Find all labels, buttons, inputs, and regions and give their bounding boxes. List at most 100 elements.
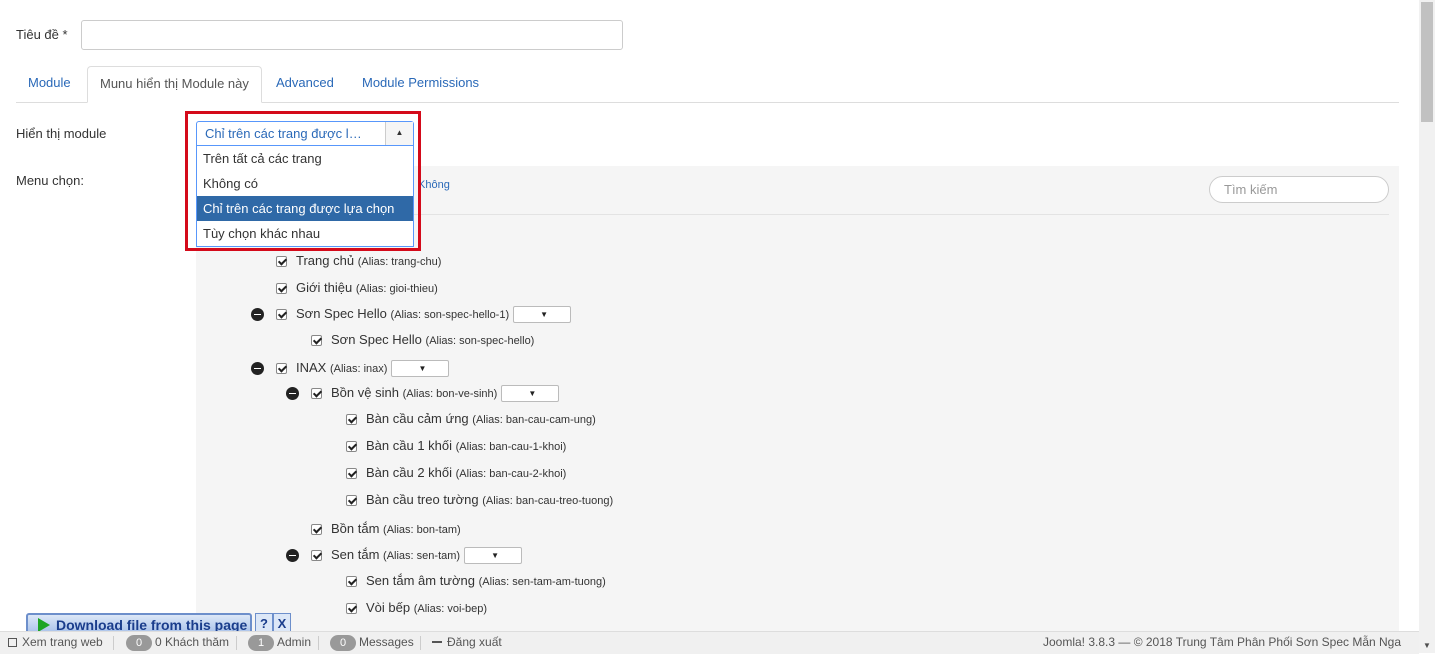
messages-label: Messages [359,635,414,649]
menu-item-title: Bàn cầu treo tường [366,492,479,507]
menu-item-alias: (Alias: bon-ve-sinh) [402,388,498,400]
play-icon [38,618,50,632]
menu-item-title: Bồn vệ sinh [331,385,399,400]
menu-item-row[interactable]: Bàn cầu 1 khối (Alias: ban-cau-1-khoi) [346,438,566,458]
view-site-link[interactable]: Xem trang web [8,635,103,649]
vertical-scrollbar[interactable]: ▼ [1419,0,1435,653]
checkbox-checked-icon[interactable] [311,335,322,347]
menu-item-row[interactable]: Sơn Spec Hello (Alias: son-spec-hello-1)… [276,306,572,326]
tab-module-permissions[interactable]: Module Permissions [350,66,491,102]
menu-item-title: Bồn tắm [331,521,380,536]
scrollbar-thumb[interactable] [1421,2,1433,122]
tab-bar: Module Munu hiển thị Module này Advanced… [16,66,1399,103]
menu-item-alias: (Alias: sen-tam-am-tuong) [478,576,606,588]
menu-item-alias: (Alias: voi-bep) [413,603,488,615]
option-no-pages[interactable]: Không có [197,171,413,196]
messages-badge: 0 [330,635,356,651]
module-assignment-label: Hiển thị module [16,126,107,141]
checkbox-checked-icon[interactable] [311,550,322,562]
subitems-dropdown[interactable]: ▼ [391,360,450,378]
caret-up-icon[interactable]: ▲ [385,122,413,145]
menu-item-title: Sen tắm âm tường [366,573,475,588]
tab-menu-assignment[interactable]: Munu hiển thị Module này [87,66,262,103]
checkbox-checked-icon[interactable] [311,524,322,536]
footer-divider [113,636,114,650]
menu-item-row[interactable]: Bàn cầu treo tường (Alias: ban-cau-treo-… [346,492,613,512]
menu-item-alias: (Alias: gioi-thieu) [355,283,438,295]
option-except-pages[interactable]: Tùy chọn khác nhau [197,221,413,246]
menu-item-title: Vòi bếp [366,600,411,615]
select-none-link[interactable]: Không [418,179,450,191]
admins-link[interactable]: 1 Admin [248,635,311,651]
menu-item-row[interactable]: Bàn cầu cảm ứng (Alias: ban-cau-cam-ung) [346,411,596,431]
checkbox-checked-icon[interactable] [346,468,357,480]
footer-divider [318,636,319,650]
menu-item-title: Sen tắm [331,547,380,562]
tab-advanced[interactable]: Advanced [264,66,346,102]
external-link-icon [8,638,17,647]
checkbox-checked-icon[interactable] [311,388,322,400]
caret-down-icon: ▼ [528,389,537,399]
menu-item-alias: (Alias: son-spec-hello-1) [390,309,510,321]
admins-label: Admin [277,635,312,649]
subitems-dropdown[interactable]: ▼ [501,385,560,403]
collapse-minus-icon[interactable] [251,362,264,375]
logout-link[interactable]: Đăng xuất [432,635,502,649]
menu-item-alias: (Alias: ban-cau-2-khoi) [455,468,567,480]
checkbox-checked-icon[interactable] [346,441,357,453]
status-footer: Xem trang web 00 Khách thăm 1 Admin 0 Mess… [0,631,1419,654]
title-input[interactable] [81,20,623,50]
checkbox-checked-icon[interactable] [346,576,357,588]
collapse-minus-icon[interactable] [286,387,299,400]
visitors-label: 0 Khách thăm [155,635,230,649]
menu-item-row[interactable]: Trang chủ (Alias: trang-chu) [276,253,441,273]
menu-item-title: Bàn cầu 2 khối [366,465,453,480]
logout-label: Đăng xuất [447,635,502,649]
visitors-link[interactable]: 00 Khách thăm [126,635,229,651]
footer-divider [236,636,237,650]
menu-item-row[interactable]: Sơn Spec Hello (Alias: son-spec-hello) [311,332,534,352]
visitors-badge: 0 [126,635,152,651]
menu-item-title: Giới thiệu [296,280,353,295]
menu-item-row[interactable]: Sen tắm âm tường (Alias: sen-tam-am-tuon… [346,573,606,593]
menu-search-input[interactable]: Tìm kiếm [1209,176,1389,203]
caret-down-icon: ▼ [418,364,427,374]
checkbox-checked-icon[interactable] [276,363,287,375]
collapse-minus-icon[interactable] [286,549,299,562]
checkbox-checked-icon[interactable] [276,283,287,295]
option-selected-pages[interactable]: Chỉ trên các trang được lựa chọn [197,196,413,221]
menu-item-alias: (Alias: sen-tam) [383,550,461,562]
menu-item-alias: (Alias: inax) [329,363,388,375]
admins-badge: 1 [248,635,274,651]
scroll-down-arrow-icon[interactable]: ▼ [1419,639,1435,653]
subitems-dropdown[interactable]: ▼ [513,306,572,324]
caret-down-icon: ▼ [540,310,549,320]
menu-item-row[interactable]: Vòi bếp (Alias: voi-bep) [346,600,487,620]
selected-value: Chỉ trên các trang được lựa chọn [205,126,365,141]
module-assignment-select[interactable]: Chỉ trên các trang được lựa chọn ▲ [196,121,414,146]
checkbox-checked-icon[interactable] [276,309,287,321]
minus-icon [432,641,442,643]
menu-item-row[interactable]: Bồn tắm (Alias: bon-tam) [311,521,461,541]
footer-divider [420,636,421,650]
title-label: Tiêu đề * [16,27,68,42]
caret-down-icon: ▼ [491,551,499,561]
option-all-pages[interactable]: Trên tất cả các trang [197,146,413,171]
menu-item-row[interactable]: INAX (Alias: inax) ▼ [276,360,450,380]
checkbox-checked-icon[interactable] [276,256,287,268]
collapse-minus-icon[interactable] [251,308,264,321]
menu-item-title: Bàn cầu cảm ứng [366,411,469,426]
menu-item-row[interactable]: Giới thiệu (Alias: gioi-thieu) [276,280,438,300]
menu-item-row[interactable]: Sen tắm (Alias: sen-tam) ▼ [311,547,523,567]
menu-item-row[interactable]: Bàn cầu 2 khối (Alias: ban-cau-2-khoi) [346,465,566,485]
subitems-dropdown[interactable]: ▼ [464,547,523,565]
menu-item-title: Sơn Spec Hello [296,306,387,321]
checkbox-checked-icon[interactable] [346,495,357,507]
checkbox-checked-icon[interactable] [346,414,357,426]
checkbox-checked-icon[interactable] [346,603,357,615]
messages-link[interactable]: 0 Messages [330,635,414,651]
tab-module[interactable]: Module [16,66,83,102]
menu-item-row[interactable]: Bồn vệ sinh (Alias: bon-ve-sinh) ▼ [311,385,560,405]
menu-item-title: Sơn Spec Hello [331,332,422,347]
menu-item-alias: (Alias: ban-cau-treo-tuong) [482,495,614,507]
